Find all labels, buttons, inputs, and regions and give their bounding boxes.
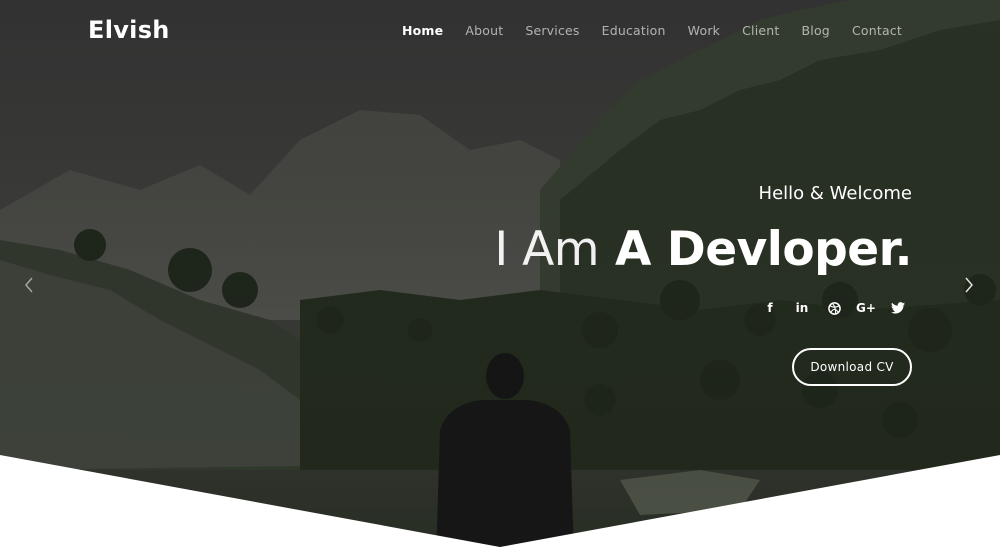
google-plus-icon[interactable]: G+ bbox=[856, 299, 876, 317]
nav-link-client[interactable]: Client bbox=[742, 23, 779, 38]
headline-light-text: I Am bbox=[494, 222, 600, 277]
nav-link-blog[interactable]: Blog bbox=[802, 23, 830, 38]
nav-link-work[interactable]: Work bbox=[688, 23, 720, 38]
headline-bold-text: A Devloper. bbox=[614, 222, 913, 277]
twitter-icon[interactable] bbox=[888, 299, 908, 317]
hero-headline: I Am A Devloper. bbox=[494, 222, 912, 277]
main-nav: Home About Services Education Work Clien… bbox=[402, 22, 902, 40]
nav-link-services[interactable]: Services bbox=[525, 23, 579, 38]
slider-prev-button[interactable] bbox=[18, 272, 40, 298]
nav-link-education[interactable]: Education bbox=[602, 23, 666, 38]
download-cv-button[interactable]: Download CV bbox=[792, 348, 912, 386]
nav-link-home[interactable]: Home bbox=[402, 23, 443, 38]
linkedin-icon[interactable]: in bbox=[792, 299, 812, 317]
brand-logo[interactable]: Elvish bbox=[88, 16, 170, 44]
slider-next-button[interactable] bbox=[958, 272, 980, 298]
chevron-left-icon bbox=[25, 277, 33, 293]
hero-background-image bbox=[0, 0, 1000, 557]
social-links: f in G+ bbox=[760, 299, 908, 317]
dribbble-icon[interactable] bbox=[824, 299, 844, 317]
hero-greeting: Hello & Welcome bbox=[758, 183, 912, 204]
nav-link-about[interactable]: About bbox=[465, 23, 503, 38]
facebook-icon[interactable]: f bbox=[760, 299, 780, 317]
nav-link-contact[interactable]: Contact bbox=[852, 23, 902, 38]
chevron-right-icon bbox=[965, 277, 973, 293]
hero-section: Elvish Home About Services Education Wor… bbox=[0, 0, 1000, 557]
